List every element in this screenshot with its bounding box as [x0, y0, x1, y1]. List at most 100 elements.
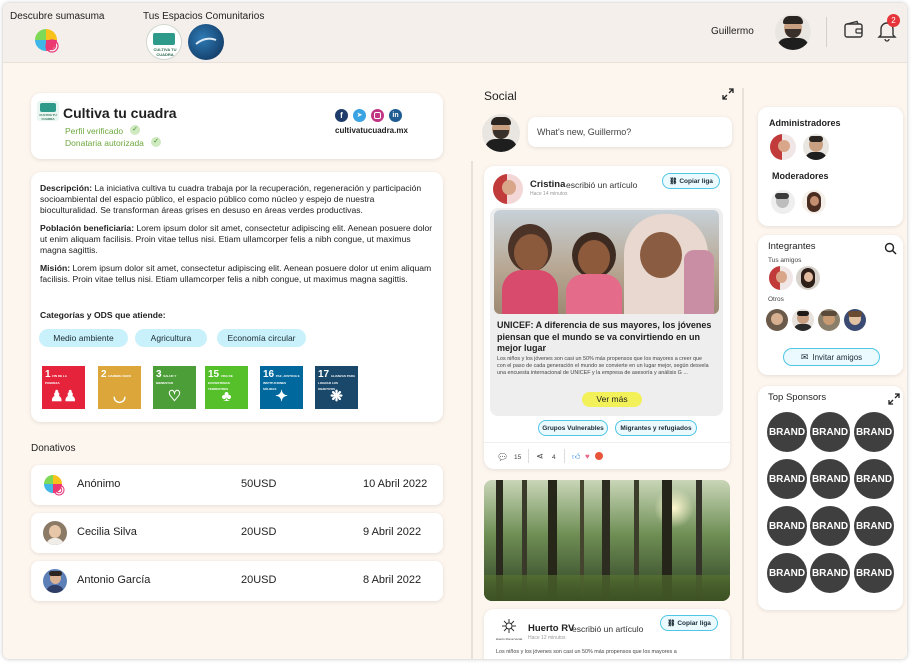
love-reaction-icon[interactable]: ♥: [585, 452, 590, 461]
sdg-17-tile: 17 ALIANZAS PARA LOGRAR LOS OBJETIVOS ❋: [315, 366, 358, 409]
mission-paragraph: Misión: Lorem ipsum dolor sit amet, cons…: [40, 263, 432, 284]
member-avatar[interactable]: [792, 309, 814, 331]
friends-label: Tus amigos: [768, 257, 802, 264]
population-paragraph: Población beneficiaria: Lorem ipsum dolo…: [40, 223, 433, 255]
admin-avatar[interactable]: [770, 134, 796, 160]
sponsors-title: Top Sponsors: [768, 392, 827, 403]
share-count: 4: [552, 454, 556, 461]
donation-amount: 20USD: [241, 574, 277, 586]
top-bar: Descubre sumasuma Tus Espacios Comunitar…: [3, 3, 907, 63]
linkedin-icon[interactable]: in: [389, 109, 402, 122]
wallet-icon[interactable]: [843, 20, 865, 45]
donor-avatar: [43, 521, 67, 545]
donation-amount: 50USD: [241, 478, 277, 490]
article-preview[interactable]: UNICEF: A diferencia de sus mayores, los…: [490, 208, 723, 416]
composer-avatar: [482, 114, 520, 152]
admins-card: Administradores Moderadores: [758, 107, 903, 226]
members-card: Integrantes Tus amigos Otros ✉ Invitar a…: [758, 235, 903, 375]
sponsors-card: Top Sponsors BRAND BRAND BRAND BRAND BRA…: [758, 386, 903, 610]
category-economia-circular[interactable]: Economía circular: [217, 329, 306, 347]
link-icon: ⛓: [667, 620, 676, 627]
user-name: Guillermo: [711, 26, 754, 37]
see-more-button[interactable]: Ver más: [582, 392, 642, 407]
sponsor-brand[interactable]: BRAND: [854, 459, 894, 499]
space-second-avatar[interactable]: [188, 24, 224, 60]
post-author[interactable]: Huerto RV: [528, 623, 574, 634]
article-excerpt: Los niños y los jóvenes son casi un 50% …: [497, 356, 709, 376]
tag-migrantes-refugiados[interactable]: Migrantes y refugiados: [615, 420, 697, 436]
space-cultiva-avatar[interactable]: CULTIVA TU CUADRA: [146, 24, 182, 60]
admins-title: Administradores: [769, 118, 841, 128]
categories-title: Categorías y ODS que atiende:: [40, 310, 166, 320]
member-avatar[interactable]: [766, 309, 788, 331]
stat-divider: [564, 449, 565, 463]
expand-social-icon[interactable]: [722, 87, 734, 105]
moderator-avatar[interactable]: [802, 190, 826, 214]
composer-input[interactable]: What's new, Guillermo?: [528, 117, 732, 147]
sdg-16-tile: 16 PAZ, JUSTICIA E INSTITUCIONES SÓLIDAS…: [260, 366, 303, 409]
social-title: Social: [484, 89, 517, 103]
donation-row: Antonio García 20USD 8 Abril 2022: [31, 561, 443, 601]
expand-sponsors-icon[interactable]: [888, 392, 900, 410]
post-divider: [484, 442, 730, 443]
verified-label: Perfil verificado: [65, 126, 124, 136]
about-card: Descripción: La iniciativa cultiva tu cu…: [31, 172, 443, 422]
donee-label: Donataria autorizada: [65, 138, 144, 148]
like-reaction-icon[interactable]: 👍︎: [572, 452, 580, 462]
facebook-icon[interactable]: f: [335, 109, 348, 122]
forest-image[interactable]: [484, 480, 730, 601]
mail-icon: ✉: [800, 351, 809, 362]
sponsor-brand[interactable]: BRAND: [810, 553, 850, 593]
article-headline: UNICEF: A diferencia de sus mayores, los…: [497, 320, 712, 353]
sponsor-brand[interactable]: BRAND: [767, 459, 807, 499]
sumasuma-logo[interactable]: [30, 25, 64, 55]
invite-friends-button[interactable]: ✉ Invitar amigos: [783, 348, 880, 366]
members-search-icon[interactable]: [884, 242, 897, 260]
donor-name: Antonio García: [77, 574, 151, 586]
angry-reaction-icon[interactable]: [595, 452, 603, 460]
members-title: Integrantes: [768, 241, 816, 252]
instagram-icon[interactable]: [371, 109, 384, 122]
member-avatar[interactable]: [844, 309, 866, 331]
website-link[interactable]: cultivatucuadra.mx: [335, 126, 408, 135]
sponsor-brand[interactable]: BRAND: [767, 412, 807, 452]
description-paragraph: Descripción: La iniciativa cultiva tu cu…: [40, 183, 422, 215]
post-author[interactable]: Cristina: [530, 179, 565, 190]
category-medio-ambiente[interactable]: Medio ambiente: [39, 329, 128, 347]
sponsor-brand[interactable]: BRAND: [854, 412, 894, 452]
sponsor-brand[interactable]: BRAND: [810, 412, 850, 452]
donation-row: Cecilia Silva 20USD 9 Abril 2022: [31, 513, 443, 553]
topbar-divider: [826, 17, 827, 47]
sponsor-brand[interactable]: BRAND: [767, 553, 807, 593]
donation-date: 9 Abril 2022: [363, 526, 422, 538]
friend-avatar[interactable]: [796, 266, 820, 290]
sponsor-brand[interactable]: BRAND: [854, 553, 894, 593]
huerto-logo[interactable]: Huerto Roma Verde: [496, 617, 522, 643]
sdg-3-tile: 3 SALUD Y BIENESTAR ♡: [153, 366, 196, 409]
sponsor-brand[interactable]: BRAND: [767, 506, 807, 546]
sdg-1-tile: 1 FIN DE LA POBREZA ♟♟: [42, 366, 85, 409]
sponsor-brand[interactable]: BRAND: [810, 459, 850, 499]
donations-title: Donativos: [31, 443, 76, 454]
member-avatar[interactable]: [818, 309, 840, 331]
user-avatar[interactable]: [775, 14, 811, 50]
feed-right-divider: [742, 88, 744, 659]
sponsor-brand[interactable]: BRAND: [854, 506, 894, 546]
donation-amount: 20USD: [241, 526, 277, 538]
share-icon[interactable]: ⋖: [536, 451, 544, 462]
copy-link-button[interactable]: ⛓ Copiar liga: [662, 173, 720, 189]
article-image: [494, 210, 719, 314]
admin-avatar[interactable]: [803, 134, 829, 160]
post-author-avatar[interactable]: [493, 174, 523, 204]
copy-link-button[interactable]: ⛓ Copiar liga: [660, 615, 718, 631]
tag-grupos-vulnerables[interactable]: Grupos Vulnerables: [538, 420, 608, 436]
moderator-avatar[interactable]: [771, 190, 795, 214]
comment-icon[interactable]: 💬︎: [497, 452, 508, 463]
feed-left-divider: [471, 161, 473, 659]
category-agricultura[interactable]: Agricultura: [135, 329, 207, 347]
post-card: Huerto Roma Verde Huerto RV escribió un …: [484, 609, 730, 659]
others-label: Otros: [768, 296, 784, 303]
twitter-icon[interactable]: ➤: [353, 109, 366, 122]
friend-avatar[interactable]: [769, 266, 793, 290]
sponsor-brand[interactable]: BRAND: [810, 506, 850, 546]
